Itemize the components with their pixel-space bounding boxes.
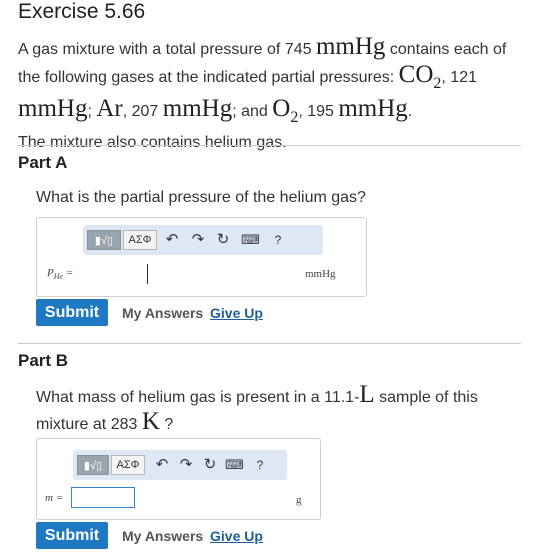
part-a-redo-icon[interactable]: ↷ <box>189 230 207 250</box>
part-a-reset-icon[interactable]: ↻ <box>214 230 232 250</box>
part-a-help-icon[interactable]: ? <box>269 230 287 250</box>
part-a-keyboard-icon[interactable]: ⌨ <box>241 230 260 250</box>
part-a-question: What is the partial pressure of the heli… <box>36 189 366 206</box>
part-a-symbols-button[interactable]: ΑΣΦ <box>123 230 157 250</box>
part-a-my-answers-link[interactable]: My Answers <box>122 305 203 321</box>
part-b-keyboard-icon[interactable]: ⌨ <box>225 455 244 475</box>
part-b-answer-input[interactable] <box>71 487 135 508</box>
part-b-question: What mass of helium gas is present in a … <box>36 381 478 435</box>
part-a-title: Part A <box>18 153 68 172</box>
part-b-unit-label: g <box>296 494 302 506</box>
part-a-give-up-link[interactable]: Give Up <box>210 305 263 321</box>
part-b-undo-icon[interactable]: ↶ <box>153 455 171 475</box>
part-b-symbols-button[interactable]: ΑΣΦ <box>111 455 145 475</box>
problem-statement: A gas mixture with a total pressure of 7… <box>18 33 507 151</box>
part-a-math-toolbar: ▮√▯ ΑΣΦ ↶ ↷ ↻ ⌨ ? <box>83 225 323 255</box>
part-a-answer-box: ▮√▯ ΑΣΦ ↶ ↷ ↻ ⌨ ? PHe = mmHg <box>36 217 367 297</box>
part-b-help-icon[interactable]: ? <box>251 455 269 475</box>
part-a-unit-label: mmHg <box>305 268 336 280</box>
part-b-answer-box: ▮√▯ ΑΣΦ ↶ ↷ ↻ ⌨ ? m = g <box>36 438 321 520</box>
part-b-my-answers-link[interactable]: My Answers <box>122 528 203 544</box>
part-b-redo-icon[interactable]: ↷ <box>177 455 195 475</box>
part-a-variable-label: PHe = <box>47 267 74 282</box>
part-a-text-cursor <box>147 264 148 284</box>
part-b-math-toolbar: ▮√▯ ΑΣΦ ↶ ↷ ↻ ⌨ ? <box>73 450 287 480</box>
part-b-give-up-link[interactable]: Give Up <box>210 528 263 544</box>
part-b-template-button[interactable]: ▮√▯ <box>77 455 109 475</box>
part-a-answer-input[interactable] <box>147 263 297 283</box>
divider-middle <box>18 343 521 344</box>
exercise-title: Exercise 5.66 <box>18 0 146 23</box>
divider-top <box>18 145 521 146</box>
part-b-reset-icon[interactable]: ↻ <box>201 455 219 475</box>
part-a-template-button[interactable]: ▮√▯ <box>87 230 121 250</box>
part-b-submit-button[interactable]: Submit <box>36 522 108 549</box>
part-b-title: Part B <box>18 351 69 370</box>
part-b-variable-label: m = <box>45 492 64 504</box>
part-a-submit-button[interactable]: Submit <box>36 299 108 326</box>
part-a-undo-icon[interactable]: ↶ <box>163 230 181 250</box>
